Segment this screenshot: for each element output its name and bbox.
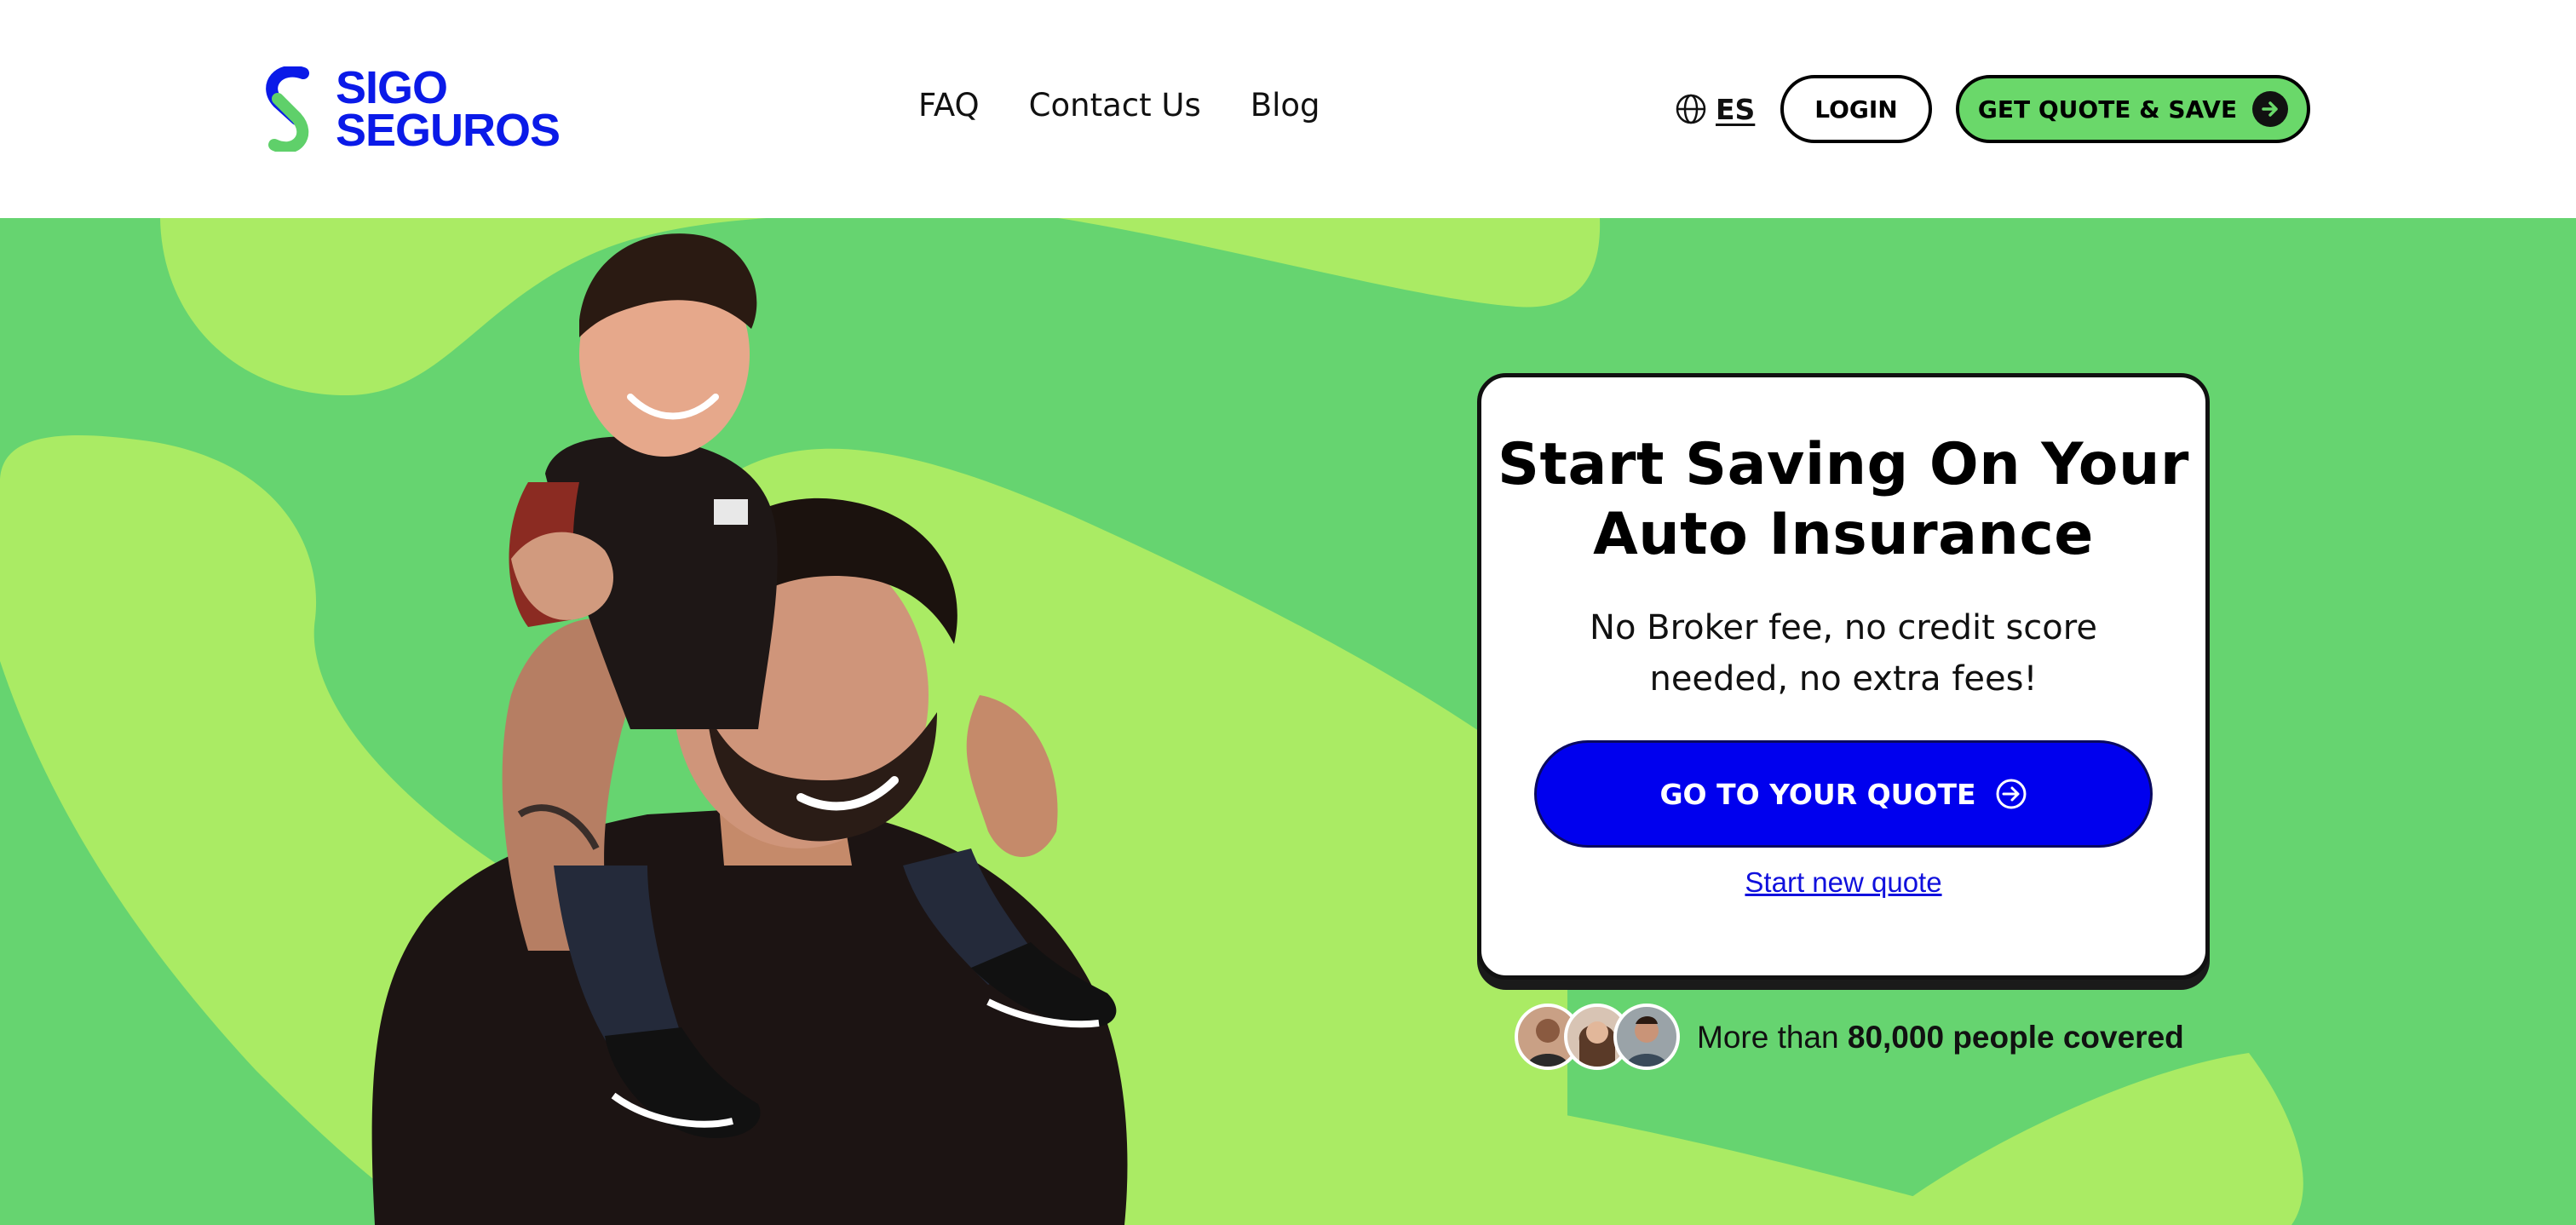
card-title-line-2: Auto Insurance <box>1593 501 2094 568</box>
start-new-quote-link[interactable]: Start new quote <box>1481 866 2205 899</box>
arrow-right-circle-icon <box>2252 91 2289 127</box>
globe-icon <box>1676 94 1706 124</box>
arrow-right-circle-icon <box>1996 779 2027 809</box>
card-subtitle: No Broker fee, no credit score needed, n… <box>1481 602 2205 705</box>
logo-wordmark: SIGO SEGUROS <box>336 62 561 156</box>
card-subtitle-line-1: No Broker fee, no credit score <box>1590 608 2097 647</box>
card-subtitle-line-2: needed, no extra fees! <box>1649 659 2038 699</box>
site-header: SIGO SEGUROS FAQ Contact Us Blog ES LOGI… <box>0 0 2576 218</box>
language-switcher[interactable]: ES <box>1675 89 1755 129</box>
nav-link-contact-us[interactable]: Contact Us <box>1029 82 1201 129</box>
card-title: Start Saving On Your Auto Insurance <box>1481 430 2205 570</box>
go-to-your-quote-label: GO TO YOUR QUOTE <box>1659 777 1976 811</box>
hero-photo-father-and-child <box>371 233 1128 1225</box>
card-title-line-1: Start Saving On Your <box>1498 431 2189 498</box>
logo-line-2: SEGUROS <box>336 105 561 156</box>
get-quote-button[interactable]: GET QUOTE & SAVE <box>1956 75 2310 143</box>
login-button[interactable]: LOGIN <box>1780 75 1932 143</box>
logo-line-1: SIGO <box>336 62 448 113</box>
nav-link-blog[interactable]: Blog <box>1251 82 1320 129</box>
go-to-your-quote-button[interactable]: GO TO YOUR QUOTE <box>1534 740 2153 848</box>
logo-mark-icon <box>266 66 309 152</box>
covered-count: 80,000 people covered <box>1847 1020 2184 1055</box>
quote-card: Start Saving On Your Auto Insurance No B… <box>1477 373 2210 980</box>
avatar-group <box>1515 1002 1690 1073</box>
avatar <box>1613 1004 1680 1070</box>
language-label[interactable]: ES <box>1716 93 1755 126</box>
get-quote-label: GET QUOTE & SAVE <box>1977 95 2238 124</box>
nav-link-faq[interactable]: FAQ <box>918 82 980 129</box>
hero-section: Start Saving On Your Auto Insurance No B… <box>0 218 2576 1225</box>
main-nav: FAQ Contact Us Blog <box>918 82 1370 129</box>
social-proof: More than 80,000 people covered <box>1515 1002 2184 1073</box>
covered-text: More than 80,000 people covered <box>1697 1020 2184 1055</box>
covered-prefix: More than <box>1697 1020 1848 1055</box>
sigo-seguros-logo[interactable]: SIGO SEGUROS <box>262 62 569 156</box>
